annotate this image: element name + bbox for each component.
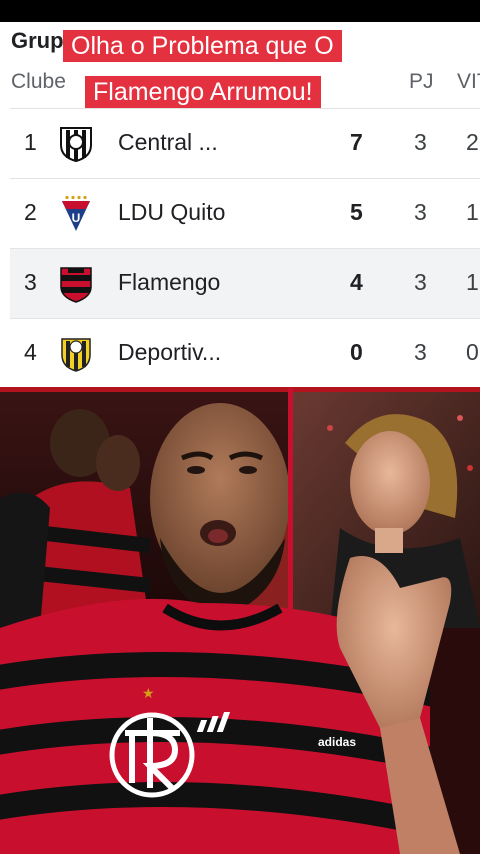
header-club: Clube (11, 70, 66, 93)
svg-text:U: U (72, 211, 81, 225)
header-pj: PJ (409, 70, 434, 93)
flamengo-crest-icon (60, 267, 92, 303)
central-crest-icon (60, 127, 92, 163)
row-played: 3 (414, 269, 427, 295)
table-row[interactable]: 4 Deportiv... 0 3 0 (10, 318, 480, 388)
standings-table: Grupo Clube PJ VIT 1 Central ... 7 3 2 2… (0, 22, 480, 388)
row-points: 7 (350, 129, 363, 155)
row-club-name: LDU Quito (118, 199, 226, 225)
table-row[interactable]: 1 Central ... 7 3 2 (10, 108, 480, 178)
table-row[interactable]: 3 Flamengo 4 3 1 (10, 248, 480, 318)
video-caption-line-1: Olha o Problema que O (63, 30, 342, 62)
video-scene-image: ★ adidas (0, 388, 480, 854)
table-row[interactable]: 2 U LDU Quito 5 3 1 (10, 178, 480, 248)
row-position: 2 (24, 199, 37, 225)
row-points: 0 (350, 339, 363, 365)
ldu-crest-icon: U (62, 195, 90, 231)
svg-text:★: ★ (142, 686, 155, 702)
row-position: 3 (24, 269, 37, 295)
deportivo-crest-icon (61, 338, 91, 372)
row-wins: 1 (466, 199, 479, 225)
row-position: 4 (24, 339, 37, 365)
row-played: 3 (414, 199, 427, 225)
divider-line (0, 387, 480, 392)
top-bar (0, 0, 480, 22)
row-played: 3 (414, 339, 427, 365)
row-position: 1 (24, 129, 37, 155)
row-points: 5 (350, 199, 363, 225)
row-played: 3 (414, 129, 427, 155)
row-club-name: Flamengo (118, 269, 221, 295)
row-points: 4 (350, 269, 363, 295)
jersey-sponsor-text: adidas (318, 735, 356, 749)
row-wins: 0 (466, 339, 479, 365)
row-club-name: Deportiv... (118, 339, 222, 365)
row-wins: 2 (466, 129, 479, 155)
row-club-name: Central ... (118, 129, 218, 155)
video-caption-line-2: Flamengo Arrumou! (85, 76, 321, 108)
row-wins: 1 (466, 269, 479, 295)
split-divider (288, 388, 293, 620)
header-vit: VIT (457, 70, 480, 93)
video-frame: ★ adidas (0, 388, 480, 854)
